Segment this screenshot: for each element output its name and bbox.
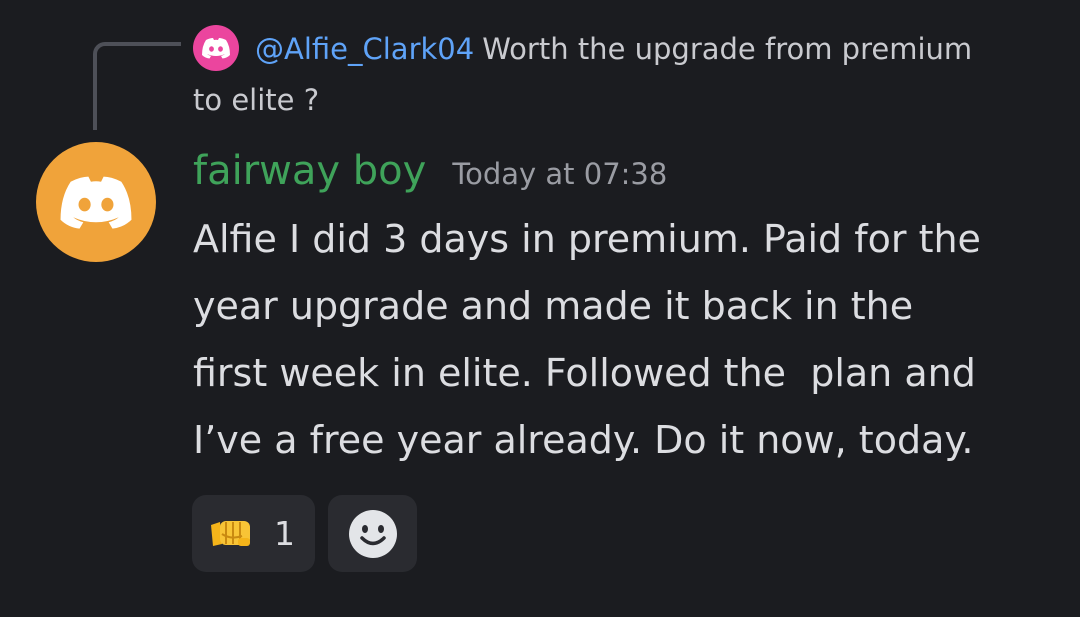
message-timestamp: Today at 07:38: [452, 157, 668, 191]
message-content: Alfie I did 3 days in premium. Paid for …: [193, 217, 981, 462]
reply-connector-line: [93, 42, 181, 130]
add-reaction-button[interactable]: [328, 495, 417, 572]
discord-logo-icon: [60, 176, 132, 229]
author-username[interactable]: fairway boy: [193, 148, 426, 194]
message-header: fairway boy Today at 07:38: [193, 148, 667, 208]
reaction-fist-bump[interactable]: 1: [192, 495, 315, 572]
reply-mention[interactable]: @Alfie_Clark04: [255, 32, 474, 66]
author-avatar[interactable]: [36, 142, 156, 262]
fist-bump-icon: [211, 520, 250, 546]
reply-preview[interactable]: @Alfie_Clark04 Worth the upgrade from pre…: [193, 24, 983, 126]
reaction-count: 1: [274, 514, 295, 553]
smiley-icon: [348, 509, 397, 558]
